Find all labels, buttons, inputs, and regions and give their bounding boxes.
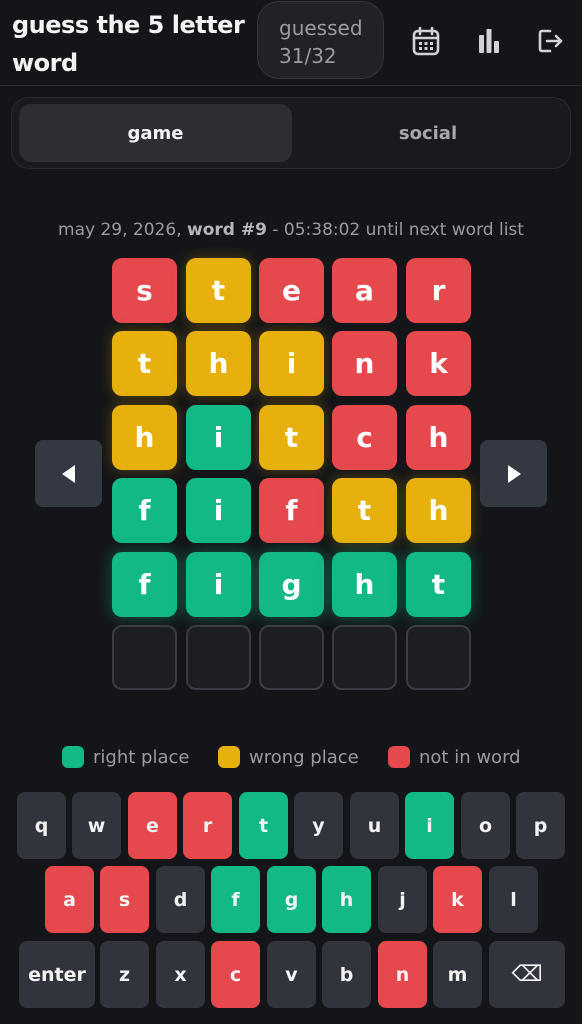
board-tile: t xyxy=(112,331,177,396)
key-a[interactable]: a xyxy=(45,866,94,933)
stats-icon[interactable] xyxy=(474,24,504,58)
tab-bar: game social xyxy=(11,97,571,169)
key-q[interactable]: q xyxy=(17,792,66,859)
board-tile: h xyxy=(406,405,471,470)
legend-right-label: right place xyxy=(93,746,190,768)
board-tile: g xyxy=(259,552,324,617)
board-tile: f xyxy=(112,478,177,543)
previous-button[interactable] xyxy=(35,440,102,507)
key-z[interactable]: z xyxy=(100,941,149,1008)
board-tile xyxy=(332,625,397,690)
enter-key[interactable]: enter xyxy=(19,941,95,1008)
legend-wrong-label: wrong place xyxy=(249,746,359,768)
key-t[interactable]: t xyxy=(239,792,288,859)
board-tile: h xyxy=(332,552,397,617)
board-tile: t xyxy=(406,552,471,617)
board-tile xyxy=(186,625,251,690)
page-title: guess the 5 letter word xyxy=(12,11,245,77)
key-x[interactable]: x xyxy=(156,941,205,1008)
key-w[interactable]: w xyxy=(72,792,121,859)
key-o[interactable]: o xyxy=(461,792,510,859)
legend-wrong-swatch xyxy=(218,746,240,768)
board-tile: t xyxy=(186,258,251,323)
header: guess the 5 letter word guessed 31/32 xyxy=(0,0,582,86)
guessed-label: guessed xyxy=(279,16,363,40)
board-tile: h xyxy=(112,405,177,470)
guessed-counter[interactable]: guessed 31/32 xyxy=(257,1,384,79)
legend-wrong: wrong place xyxy=(218,745,359,769)
key-v[interactable]: v xyxy=(267,941,316,1008)
board-tile: e xyxy=(259,258,324,323)
board-tile: s xyxy=(112,258,177,323)
key-p[interactable]: p xyxy=(516,792,565,859)
key-f[interactable]: f xyxy=(211,866,260,933)
backspace-key[interactable]: ⌫ xyxy=(489,941,565,1008)
board-tile: k xyxy=(406,331,471,396)
word-number: word #9 xyxy=(187,220,267,240)
board-tile xyxy=(406,625,471,690)
date-text: may 29, 2026, xyxy=(58,220,182,240)
arrow-left-icon xyxy=(61,464,75,483)
legend-right-swatch xyxy=(62,746,84,768)
board-tile xyxy=(259,625,324,690)
key-k[interactable]: k xyxy=(433,866,482,933)
key-l[interactable]: l xyxy=(489,866,538,933)
tab-social[interactable]: social xyxy=(292,104,564,162)
next-button[interactable] xyxy=(480,440,547,507)
board-tile: c xyxy=(332,405,397,470)
key-c[interactable]: c xyxy=(211,941,260,1008)
board-tile: n xyxy=(332,331,397,396)
board-tile: f xyxy=(259,478,324,543)
legend-absent-swatch xyxy=(388,746,410,768)
board-tile: a xyxy=(332,258,397,323)
key-j[interactable]: j xyxy=(378,866,427,933)
key-e[interactable]: e xyxy=(128,792,177,859)
board-tile: i xyxy=(186,478,251,543)
legend-right: right place xyxy=(62,745,189,769)
key-h[interactable]: h xyxy=(322,866,371,933)
key-r[interactable]: r xyxy=(183,792,232,859)
legend-absent-label: not in word xyxy=(419,746,521,768)
legend-absent: not in word xyxy=(388,745,521,769)
key-n[interactable]: n xyxy=(378,941,427,1008)
logout-icon[interactable] xyxy=(535,24,565,58)
guessed-count: 31/32 xyxy=(279,44,337,68)
board-tile: i xyxy=(186,405,251,470)
board-tile: t xyxy=(259,405,324,470)
arrow-right-icon xyxy=(507,464,521,483)
key-s[interactable]: s xyxy=(100,866,149,933)
board-tile xyxy=(112,625,177,690)
key-d[interactable]: d xyxy=(156,866,205,933)
board-tile: r xyxy=(406,258,471,323)
board-tile: h xyxy=(406,478,471,543)
key-b[interactable]: b xyxy=(322,941,371,1008)
board-tile: i xyxy=(186,552,251,617)
calendar-icon[interactable] xyxy=(411,24,441,58)
key-m[interactable]: m xyxy=(433,941,482,1008)
countdown-text: - 05:38:02 until next word list xyxy=(272,220,524,240)
board-tile: t xyxy=(332,478,397,543)
board-tile: i xyxy=(259,331,324,396)
date-line: may 29, 2026, word #9 - 05:38:02 until n… xyxy=(0,220,582,240)
board-tile: h xyxy=(186,331,251,396)
key-i[interactable]: i xyxy=(405,792,454,859)
key-u[interactable]: u xyxy=(350,792,399,859)
key-y[interactable]: y xyxy=(294,792,343,859)
tab-game[interactable]: game xyxy=(19,104,292,162)
board-tile: f xyxy=(112,552,177,617)
key-g[interactable]: g xyxy=(267,866,316,933)
